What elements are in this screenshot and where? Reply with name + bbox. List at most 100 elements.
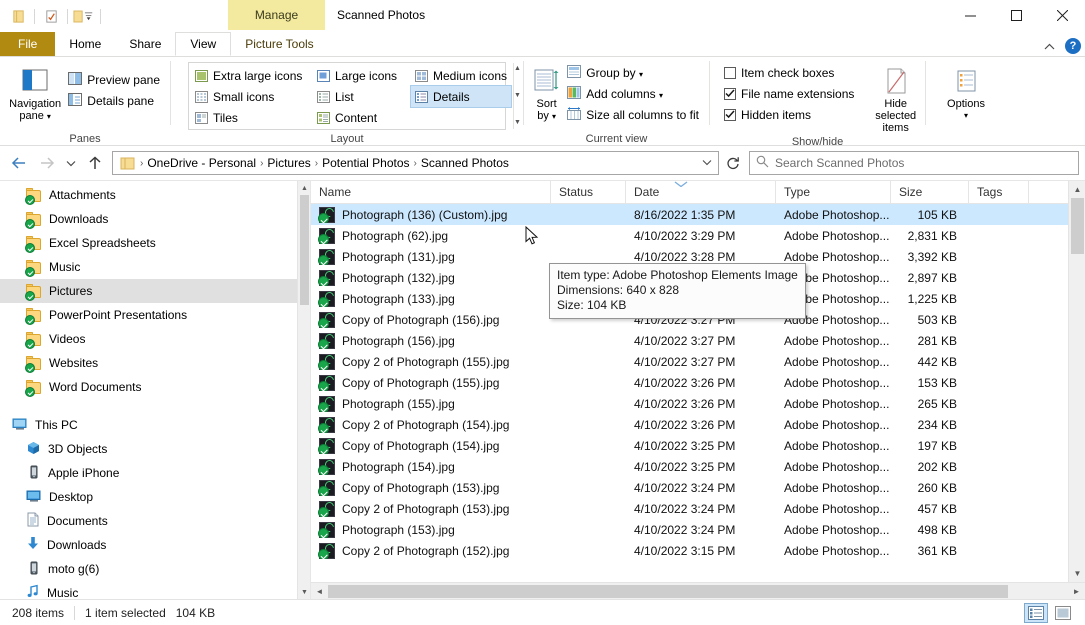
hscroll-track[interactable] (328, 583, 1068, 600)
sidebar-item-websites[interactable]: Websites (0, 351, 310, 375)
large-icons-view-button[interactable] (1051, 603, 1075, 623)
new-folder-icon[interactable] (40, 5, 62, 27)
sidebar-item-documents[interactable]: Documents (0, 509, 310, 533)
collapse-ribbon-icon[interactable] (1041, 38, 1057, 54)
file-name-cell[interactable]: Copy 2 of Photograph (152).jpg (311, 542, 551, 559)
sidebar-item-apple-iphone[interactable]: Apple iPhone (0, 461, 310, 485)
sidebar-item-music[interactable]: Music (0, 581, 310, 599)
table-row[interactable]: Copy of Photograph (154).jpg 4/10/2022 3:… (311, 435, 1085, 456)
search-input[interactable]: Search Scanned Photos (775, 156, 904, 170)
file-name-cell[interactable]: Photograph (132).jpg (311, 269, 551, 286)
gallery-scroll-down-icon[interactable]: ▼ (514, 92, 521, 100)
table-row[interactable]: Photograph (62).jpg 4/10/2022 3:29 PM Adob… (311, 225, 1085, 246)
hide-selected-items-button[interactable]: Hide selected items (872, 61, 919, 134)
column-header-tags[interactable]: Tags (969, 181, 1029, 204)
file-name-cell[interactable]: Copy 2 of Photograph (153).jpg (311, 500, 551, 517)
options-dropdown-icon[interactable]: ▾ (964, 110, 968, 122)
table-row[interactable]: Photograph (153).jpg 4/10/2022 3:24 PM Ado… (311, 519, 1085, 540)
file-scroll-thumb[interactable] (1071, 198, 1084, 254)
sidebar-item-downloads-onedrive[interactable]: Downloads (0, 207, 310, 231)
sidebar-scroll-down-icon[interactable]: ▼ (298, 585, 310, 599)
sidebar-item-excel-spreadsheets[interactable]: Excel Spreadsheets (0, 231, 310, 255)
tab-file[interactable]: File (0, 32, 56, 56)
sidebar-item-word-documents[interactable]: Word Documents (0, 375, 310, 399)
file-scroll-up-icon[interactable]: ▲ (1069, 181, 1085, 198)
details-pane-button[interactable]: Details pane (64, 90, 164, 111)
breadcrumb-scanned-photos[interactable]: Scanned Photos (418, 153, 512, 173)
sort-by-button[interactable]: Sort by ▾ (530, 61, 563, 123)
forward-button[interactable] (34, 150, 60, 176)
file-name-cell[interactable]: Photograph (154).jpg (311, 458, 551, 475)
file-name-cell[interactable]: Copy of Photograph (154).jpg (311, 437, 551, 454)
layout-extra-large-icons[interactable]: Extra large icons (191, 65, 313, 86)
navigation-pane-button[interactable]: Navigation pane ▾ (6, 61, 64, 123)
properties-icon[interactable] (7, 5, 29, 27)
file-name-cell[interactable]: Photograph (136) (Custom).jpg (311, 206, 551, 223)
options-button[interactable]: Options ▾ (935, 61, 997, 122)
sidebar-item-videos[interactable]: Videos (0, 327, 310, 351)
size-all-columns-button[interactable]: Size all columns to fit (563, 104, 703, 125)
sidebar-item-powerpoint-presentations[interactable]: PowerPoint Presentations (0, 303, 310, 327)
table-row[interactable]: Copy 2 of Photograph (154).jpg 4/10/2022 … (311, 414, 1085, 435)
layout-small-icons[interactable]: Small icons (191, 86, 313, 107)
recent-locations-button[interactable] (62, 150, 80, 176)
sidebar-item-attachments[interactable]: Attachments (0, 183, 310, 207)
tab-view[interactable]: View (175, 32, 232, 56)
hscroll-thumb[interactable] (328, 584, 1008, 598)
layout-large-icons[interactable]: Large icons (313, 65, 411, 86)
table-row[interactable]: Copy of Photograph (153).jpg 4/10/2022 3:… (311, 477, 1085, 498)
table-row[interactable]: Copy 2 of Photograph (152).jpg 4/10/2022 … (311, 540, 1085, 561)
file-scroll-left-icon[interactable]: ◄ (311, 583, 328, 600)
breadcrumb-pictures[interactable]: Pictures (264, 153, 313, 173)
sidebar-item-desktop[interactable]: Desktop (0, 485, 310, 509)
help-icon[interactable]: ? (1065, 38, 1081, 54)
file-scroll-right-icon[interactable]: ► (1068, 583, 1085, 600)
file-name-cell[interactable]: Photograph (62).jpg (311, 227, 551, 244)
add-columns-button[interactable]: Add columns ▾ (563, 83, 703, 104)
table-row[interactable]: Copy 2 of Photograph (155).jpg 4/10/2022 … (311, 351, 1085, 372)
breadcrumb-bar[interactable]: › OneDrive - Personal › Pictures › Poten… (112, 151, 719, 175)
tab-share[interactable]: Share (115, 32, 175, 56)
tab-home[interactable]: Home (55, 32, 115, 56)
column-header-date[interactable]: Date (626, 181, 776, 204)
sidebar-scrollbar[interactable]: ▲ ▼ (297, 181, 310, 599)
layout-gallery-scrollbar[interactable]: ▲ ▼ ▼ (513, 63, 521, 129)
table-row[interactable]: Copy 2 of Photograph (153).jpg 4/10/2022 … (311, 498, 1085, 519)
column-header-type[interactable]: Type (776, 181, 891, 204)
layout-content[interactable]: Content (313, 107, 411, 128)
file-name-cell[interactable]: Copy 2 of Photograph (155).jpg (311, 353, 551, 370)
table-row[interactable]: Photograph (136) (Custom).jpg 8/16/2022 1… (311, 204, 1085, 225)
table-row[interactable]: Photograph (155).jpg 4/10/2022 3:26 PM Ado… (311, 393, 1085, 414)
up-button[interactable] (82, 150, 108, 176)
table-row[interactable]: Photograph (156).jpg 4/10/2022 3:27 PM Ado… (311, 330, 1085, 351)
file-name-cell[interactable]: Photograph (155).jpg (311, 395, 551, 412)
table-row[interactable]: Photograph (154).jpg 4/10/2022 3:25 PM Ado… (311, 456, 1085, 477)
file-name-cell[interactable]: Photograph (133).jpg (311, 290, 551, 307)
file-list-horizontal-scrollbar[interactable]: ◄ ► (311, 582, 1085, 599)
file-name-cell[interactable]: Photograph (156).jpg (311, 332, 551, 349)
layout-medium-icons[interactable]: Medium icons (411, 65, 511, 86)
hidden-items-checkbox[interactable]: Hidden items (720, 104, 858, 125)
search-box[interactable]: Search Scanned Photos (749, 151, 1079, 175)
table-row[interactable]: Copy of Photograph (155).jpg 4/10/2022 3:… (311, 372, 1085, 393)
file-name-cell[interactable]: Photograph (131).jpg (311, 248, 551, 265)
sidebar-item-music-onedrive[interactable]: Music (0, 255, 310, 279)
file-name-cell[interactable]: Copy of Photograph (153).jpg (311, 479, 551, 496)
layout-tiles[interactable]: Tiles (191, 107, 313, 128)
column-header-status[interactable]: Status (551, 181, 626, 204)
item-check-boxes-checkbox[interactable]: Item check boxes (720, 62, 858, 83)
file-name-cell[interactable]: Copy 2 of Photograph (154).jpg (311, 416, 551, 433)
gallery-scroll-up-icon[interactable]: ▲ (514, 65, 521, 73)
gallery-expand-icon[interactable]: ▼ (514, 119, 521, 127)
sidebar-item-3d-objects[interactable]: 3D Objects (0, 437, 310, 461)
breadcrumb-onedrive-personal[interactable]: OneDrive - Personal (144, 153, 259, 173)
sidebar-item-this-pc[interactable]: This PC (0, 413, 310, 437)
sidebar-scroll-thumb[interactable] (300, 195, 309, 305)
column-header-size[interactable]: Size (891, 181, 969, 204)
layout-details[interactable]: Details (409, 85, 513, 108)
file-list-vertical-scrollbar[interactable]: ▲ ▼ (1068, 181, 1085, 582)
sidebar-item-downloads[interactable]: Downloads (0, 533, 310, 557)
file-name-cell[interactable]: Photograph (153).jpg (311, 521, 551, 538)
column-header-name[interactable]: Name (311, 181, 551, 204)
sidebar-item-pictures[interactable]: Pictures (0, 279, 310, 303)
